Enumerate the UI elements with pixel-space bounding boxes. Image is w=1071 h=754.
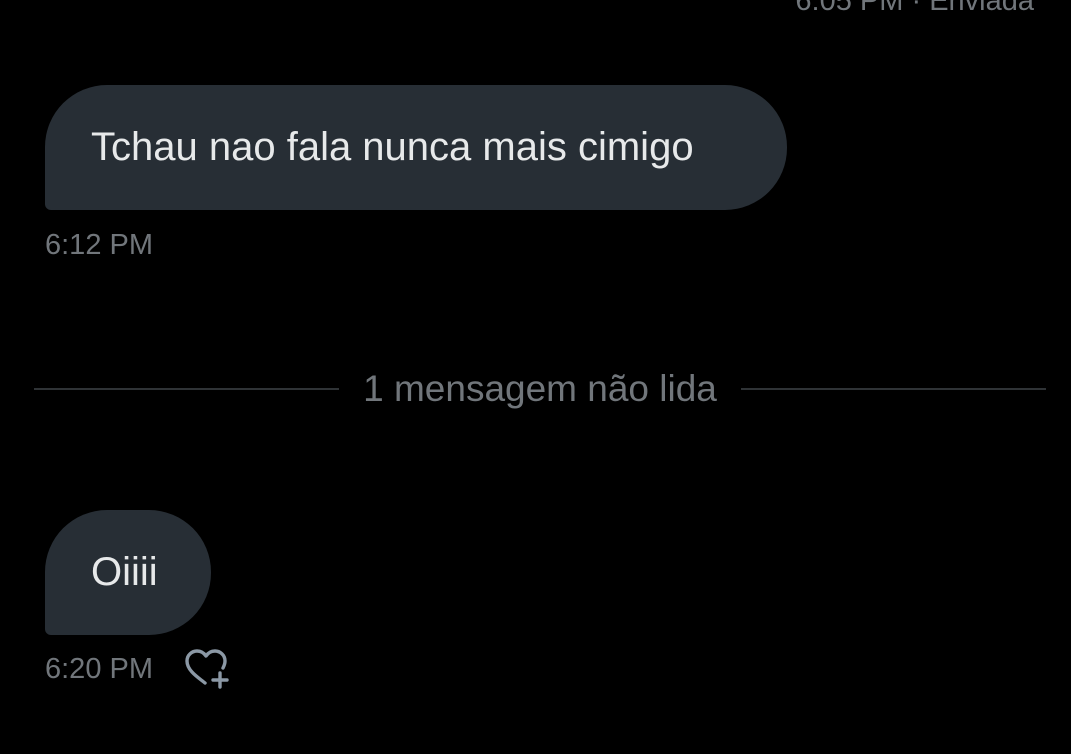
sent-status: 6:05 PM · Enviada xyxy=(795,0,1034,17)
message-text: Tchau nao fala nunca mais cimigo xyxy=(91,125,694,169)
divider-line-right xyxy=(740,388,1046,390)
unread-divider: 1 mensagem não lida xyxy=(34,368,1046,410)
message-bubble[interactable]: Tchau nao fala nunca mais cimigo xyxy=(45,85,787,210)
unread-divider-label: 1 mensagem não lida xyxy=(363,368,717,409)
heart-plus-icon[interactable] xyxy=(183,648,231,690)
dm-conversation: 6:05 PM · Enviada Tchau nao fala nunca m… xyxy=(0,0,1071,754)
message-timestamp: 6:20 PM xyxy=(45,653,153,685)
divider-line-left xyxy=(34,388,340,390)
message-timestamp: 6:12 PM xyxy=(45,229,153,261)
message-bubble[interactable]: Oiiii xyxy=(45,510,211,635)
message-text: Oiiii xyxy=(91,550,158,594)
